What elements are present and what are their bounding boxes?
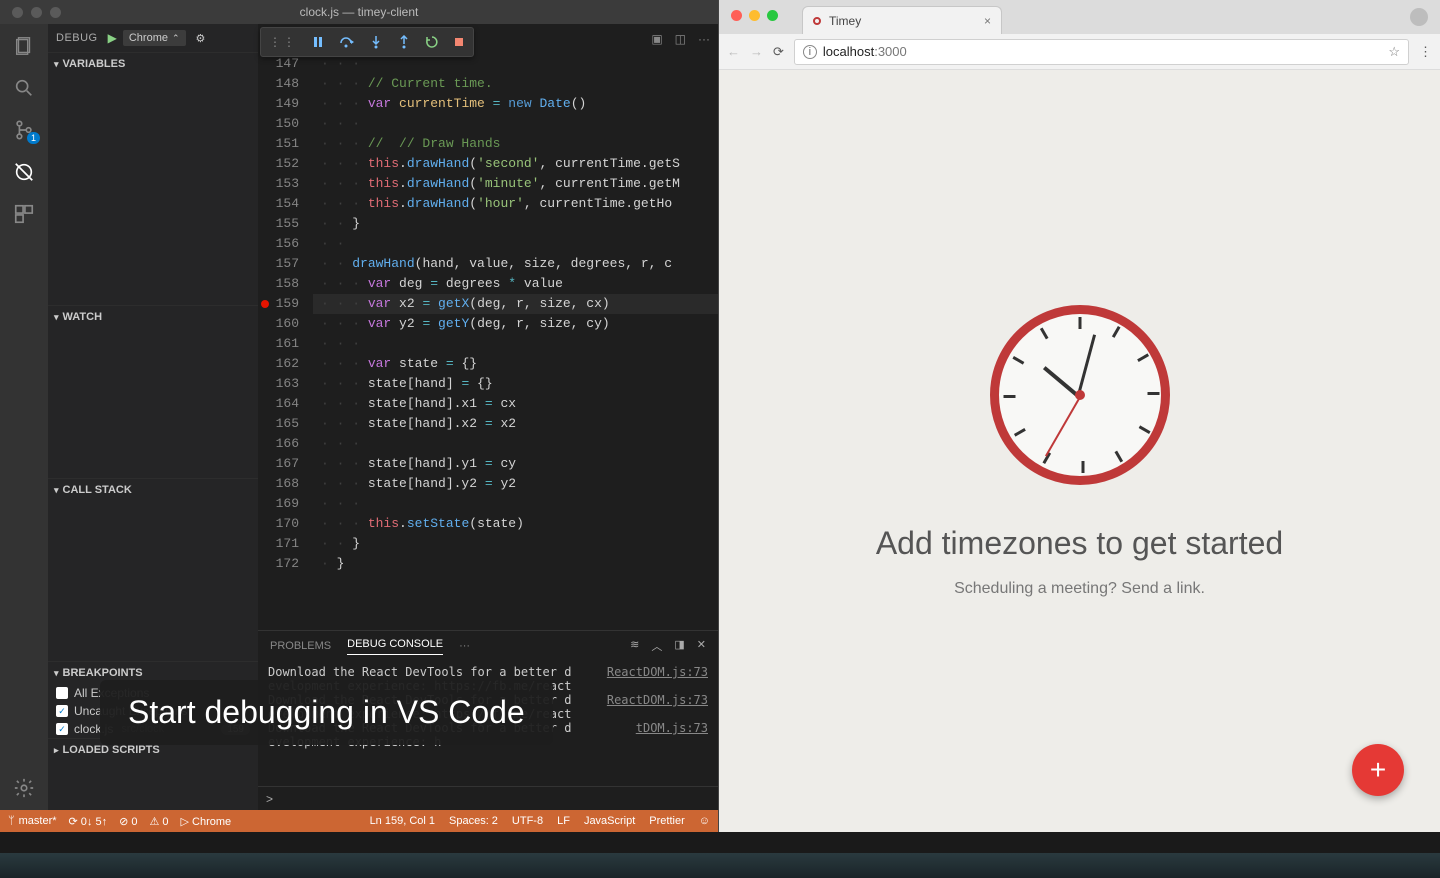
checkbox-icon[interactable]: ✓ [56, 705, 68, 717]
status-indent[interactable]: Spaces: 2 [449, 815, 498, 827]
chrome-tabstrip: Timey × [719, 0, 1440, 34]
status-lang[interactable]: JavaScript [584, 815, 635, 827]
code-editor[interactable]: 1471481491501511521531541551561571581591… [258, 54, 718, 630]
status-debug-target[interactable]: ▷ Chrome [181, 815, 232, 828]
close-panel-icon[interactable]: ✕ [697, 638, 706, 654]
checkbox-icon[interactable]: ✓ [56, 723, 68, 735]
back-icon[interactable]: ← [727, 44, 740, 59]
desktop-background [0, 853, 1440, 878]
status-bar: ᛘ master* ⟳ 0↓ 5↑ ⊘ 0 ⚠ 0 ▷ Chrome Ln 15… [0, 810, 718, 832]
section-variables[interactable]: ▾VARIABLES [48, 53, 258, 75]
browser-tab[interactable]: Timey × [802, 6, 1002, 34]
debug-grip-icon[interactable]: ⋮⋮ [269, 35, 297, 49]
explorer-icon[interactable] [12, 34, 36, 58]
traffic-light-close[interactable] [731, 10, 742, 21]
debug-icon[interactable] [12, 160, 36, 184]
status-warnings[interactable]: ⚠ 0 [149, 815, 168, 828]
reload-icon[interactable]: ⟳ [773, 44, 784, 60]
status-cursor[interactable]: Ln 159, Col 1 [370, 815, 435, 827]
status-feedback-icon[interactable]: ☺ [699, 815, 710, 827]
debug-config-select[interactable]: Chrome ⌃ [123, 30, 186, 46]
debug-step-out-icon[interactable] [397, 35, 411, 49]
tab-debug-console[interactable]: DEBUG CONSOLE [347, 638, 443, 655]
extensions-icon[interactable] [12, 202, 36, 226]
collapse-icon[interactable]: ︿ [651, 638, 662, 654]
status-branch[interactable]: ᛘ master* [8, 815, 57, 827]
split-editor-icon[interactable]: ◫ [675, 32, 686, 46]
page-content: Add timezones to get started Scheduling … [719, 70, 1440, 832]
debug-step-over-icon[interactable] [339, 35, 355, 49]
debug-pause-icon[interactable] [311, 35, 325, 49]
debug-stop-icon[interactable] [453, 36, 465, 48]
scm-badge: 1 [27, 132, 40, 144]
window-title: clock.js — timey-client [0, 5, 718, 19]
page-heading: Add timezones to get started [876, 525, 1283, 562]
maximize-panel-icon[interactable]: ◨ [674, 638, 684, 654]
toggle-panel-icon[interactable]: ▣ [651, 32, 662, 46]
start-debug-icon[interactable]: ▶ [108, 31, 117, 45]
section-callstack[interactable]: ▾CALL STACK [48, 479, 258, 501]
status-sync[interactable]: ⟳ 0↓ 5↑ [69, 815, 108, 828]
close-tab-icon[interactable]: × [984, 14, 991, 28]
section-watch[interactable]: ▾WATCH [48, 306, 258, 328]
search-icon[interactable] [12, 76, 36, 100]
settings-gear-icon[interactable] [12, 776, 36, 800]
checkbox-icon[interactable] [56, 687, 68, 699]
url-host: localhost:3000 [823, 44, 907, 59]
tab-title: Timey [829, 14, 861, 28]
debug-title: DEBUG [56, 32, 98, 44]
debug-step-into-icon[interactable] [369, 35, 383, 49]
clock-illustration [990, 305, 1170, 485]
source-control-icon[interactable]: 1 [12, 118, 36, 142]
chrome-window: Timey × ← → ⟳ i localhost:3000 ☆ ⋮ [718, 0, 1440, 832]
address-bar[interactable]: i localhost:3000 ☆ [794, 39, 1409, 65]
debug-settings-icon[interactable]: ⚙ [196, 32, 206, 45]
traffic-light-zoom[interactable] [767, 10, 778, 21]
traffic-light-minimize[interactable] [749, 10, 760, 21]
tab-more[interactable]: ··· [459, 640, 470, 652]
forward-icon[interactable]: → [750, 44, 763, 59]
add-fab-button[interactable]: + [1352, 744, 1404, 796]
debug-toolbar[interactable]: ⋮⋮ [260, 27, 474, 57]
chrome-menu-icon[interactable]: ⋮ [1419, 44, 1432, 60]
titlebar: clock.js — timey-client [0, 0, 718, 24]
chrome-toolbar: ← → ⟳ i localhost:3000 ☆ ⋮ [719, 34, 1440, 70]
status-eol[interactable]: LF [557, 815, 570, 827]
status-errors[interactable]: ⊘ 0 [119, 815, 137, 828]
caption-overlay: Start debugging in VS Code [100, 680, 553, 745]
bookmark-star-icon[interactable]: ☆ [1388, 44, 1400, 60]
debug-console-input[interactable]: > [258, 786, 718, 810]
status-encoding[interactable]: UTF-8 [512, 815, 543, 827]
status-prettier[interactable]: Prettier [649, 815, 684, 827]
page-subtitle: Scheduling a meeting? Send a link. [954, 580, 1205, 598]
debug-restart-icon[interactable] [425, 35, 439, 49]
activity-bar: 1 [0, 24, 48, 810]
clear-console-icon[interactable]: ≋ [630, 638, 639, 654]
site-info-icon[interactable]: i [803, 45, 817, 59]
tab-problems[interactable]: PROBLEMS [270, 640, 331, 652]
favicon-icon [813, 17, 821, 25]
profile-icon[interactable] [1410, 8, 1428, 26]
more-icon[interactable]: ··· [698, 32, 710, 46]
